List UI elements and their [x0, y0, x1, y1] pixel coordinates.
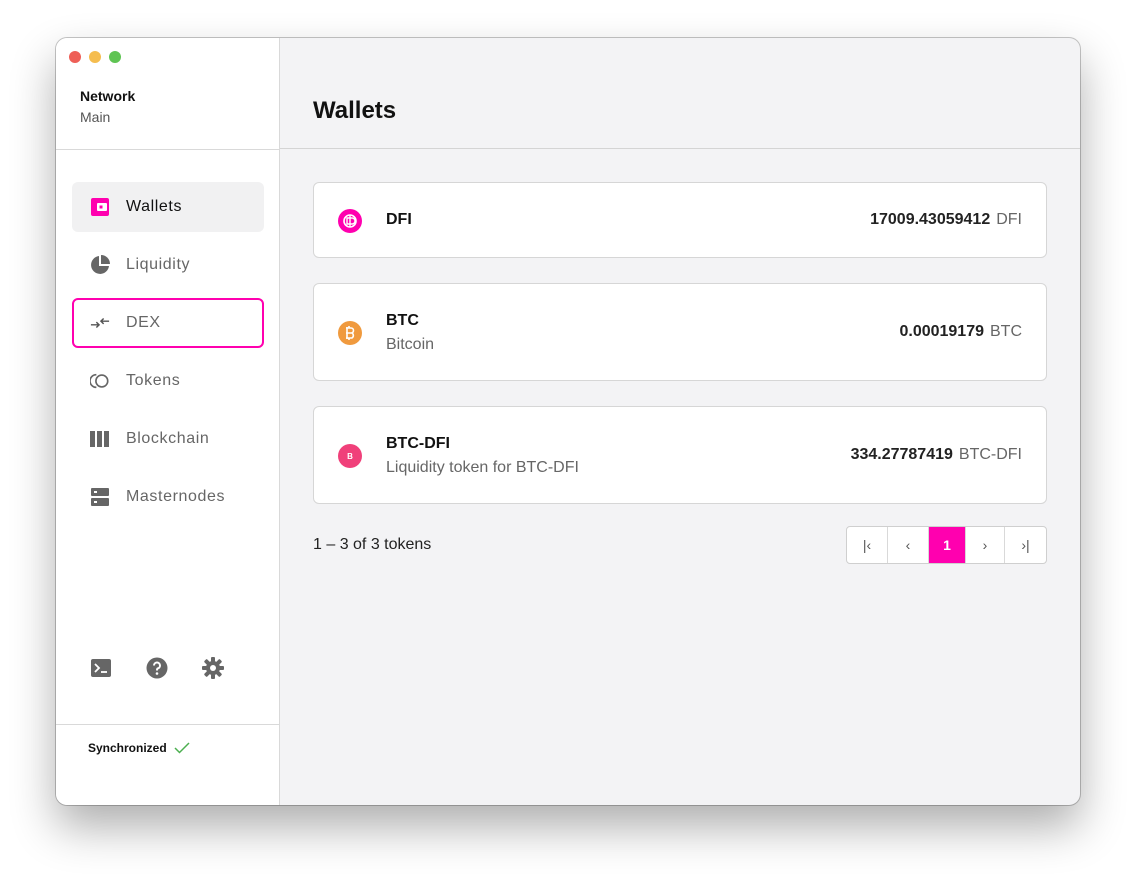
next-page-button[interactable]: ›: [965, 527, 1005, 563]
sync-status-label: Synchronized: [88, 741, 167, 755]
close-window-button[interactable]: [69, 51, 81, 63]
token-card-btc-dfi[interactable]: B BTC-DFI Liquidity token for BTC-DFI 33…: [313, 406, 1047, 504]
token-symbol: BTC-DFI: [386, 435, 450, 452]
token-balance: 0.00019179 BTC: [899, 323, 1022, 341]
sidebar-item-label: Blockchain: [126, 430, 210, 447]
sidebar-item-dex[interactable]: DEX: [72, 298, 264, 348]
sidebar-item-blockchain[interactable]: Blockchain: [72, 414, 264, 464]
first-page-button[interactable]: |‹: [847, 527, 888, 563]
network-value: Main: [80, 109, 111, 125]
server-icon: [90, 487, 110, 507]
help-icon[interactable]: [145, 656, 168, 679]
token-list: DFI 17009.43059412 DFI BTC Bitcoin 0.0001…: [313, 182, 1047, 529]
token-unit: BTC: [990, 323, 1022, 340]
page-header: Wallets: [280, 38, 1080, 149]
token-symbol: DFI: [386, 211, 412, 228]
page-1-button[interactable]: 1: [929, 527, 965, 563]
list-footer: 1 – 3 of 3 tokens |‹ ‹ 1 › ›|: [313, 526, 1047, 564]
sidebar-divider: [56, 149, 280, 150]
sidebar-item-label: Masternodes: [126, 488, 226, 505]
console-icon[interactable]: [89, 656, 112, 679]
sync-status: Synchronized: [88, 741, 190, 755]
window-controls: [69, 51, 121, 63]
gear-icon[interactable]: [201, 656, 224, 679]
token-amount: 0.00019179: [899, 323, 984, 340]
token-count: 1 – 3 of 3 tokens: [313, 536, 432, 553]
sidebar-item-label: Liquidity: [126, 256, 191, 273]
token-symbol: BTC: [386, 312, 419, 329]
sidebar-item-liquidity[interactable]: Liquidity: [72, 240, 264, 290]
network-selector[interactable]: Network Main: [80, 88, 135, 125]
sidebar-divider: [56, 724, 280, 725]
sidebar-item-label: Wallets: [126, 198, 183, 215]
sidebar-item-tokens[interactable]: Tokens: [72, 356, 264, 406]
sidebar: Network Main Wallets Liquidity DEX Token…: [56, 38, 280, 805]
token-amount: 17009.43059412: [870, 211, 991, 228]
checkmark-icon: [174, 742, 190, 754]
app-window: Network Main Wallets Liquidity DEX Token…: [56, 38, 1080, 805]
token-balance: 334.27787419 BTC-DFI: [851, 446, 1022, 464]
token-name: Bitcoin: [386, 336, 435, 353]
tokens-icon: [90, 371, 110, 391]
token-card-btc[interactable]: BTC Bitcoin 0.00019179 BTC: [313, 283, 1047, 381]
token-amount: 334.27787419: [850, 446, 953, 463]
minimize-window-button[interactable]: [89, 51, 101, 63]
sidebar-item-masternodes[interactable]: Masternodes: [72, 472, 264, 522]
sidebar-item-label: Tokens: [126, 372, 181, 389]
page-title: Wallets: [313, 97, 397, 124]
zoom-window-button[interactable]: [109, 51, 121, 63]
pagination: |‹ ‹ 1 › ›|: [846, 526, 1047, 564]
sidebar-item-label: DEX: [126, 314, 161, 331]
token-balance: 17009.43059412 DFI: [870, 211, 1022, 229]
last-page-button[interactable]: ›|: [1005, 527, 1046, 563]
pie-chart-icon: [90, 255, 110, 275]
main-content: Wallets DFI 17009.43059412 DFI BTC Bitcoi…: [280, 38, 1080, 805]
sidebar-nav: Wallets Liquidity DEX Tokens Blockchain …: [72, 182, 264, 530]
utility-toolbar: [89, 656, 224, 679]
btc-dfi-token-icon: B: [338, 444, 362, 468]
token-name: Liquidity token for BTC-DFI: [386, 459, 579, 476]
token-unit: DFI: [996, 211, 1022, 228]
wallet-icon: [90, 197, 110, 217]
previous-page-button[interactable]: ‹: [888, 527, 929, 563]
bitcoin-icon: [338, 321, 362, 345]
sidebar-item-wallets[interactable]: Wallets: [72, 182, 264, 232]
network-label: Network: [80, 88, 136, 104]
blockchain-icon: [90, 429, 110, 449]
dfi-coin-icon: [338, 209, 362, 233]
token-card-dfi[interactable]: DFI 17009.43059412 DFI: [313, 182, 1047, 258]
swap-arrows-icon: [90, 313, 110, 333]
token-unit: BTC-DFI: [958, 446, 1022, 463]
